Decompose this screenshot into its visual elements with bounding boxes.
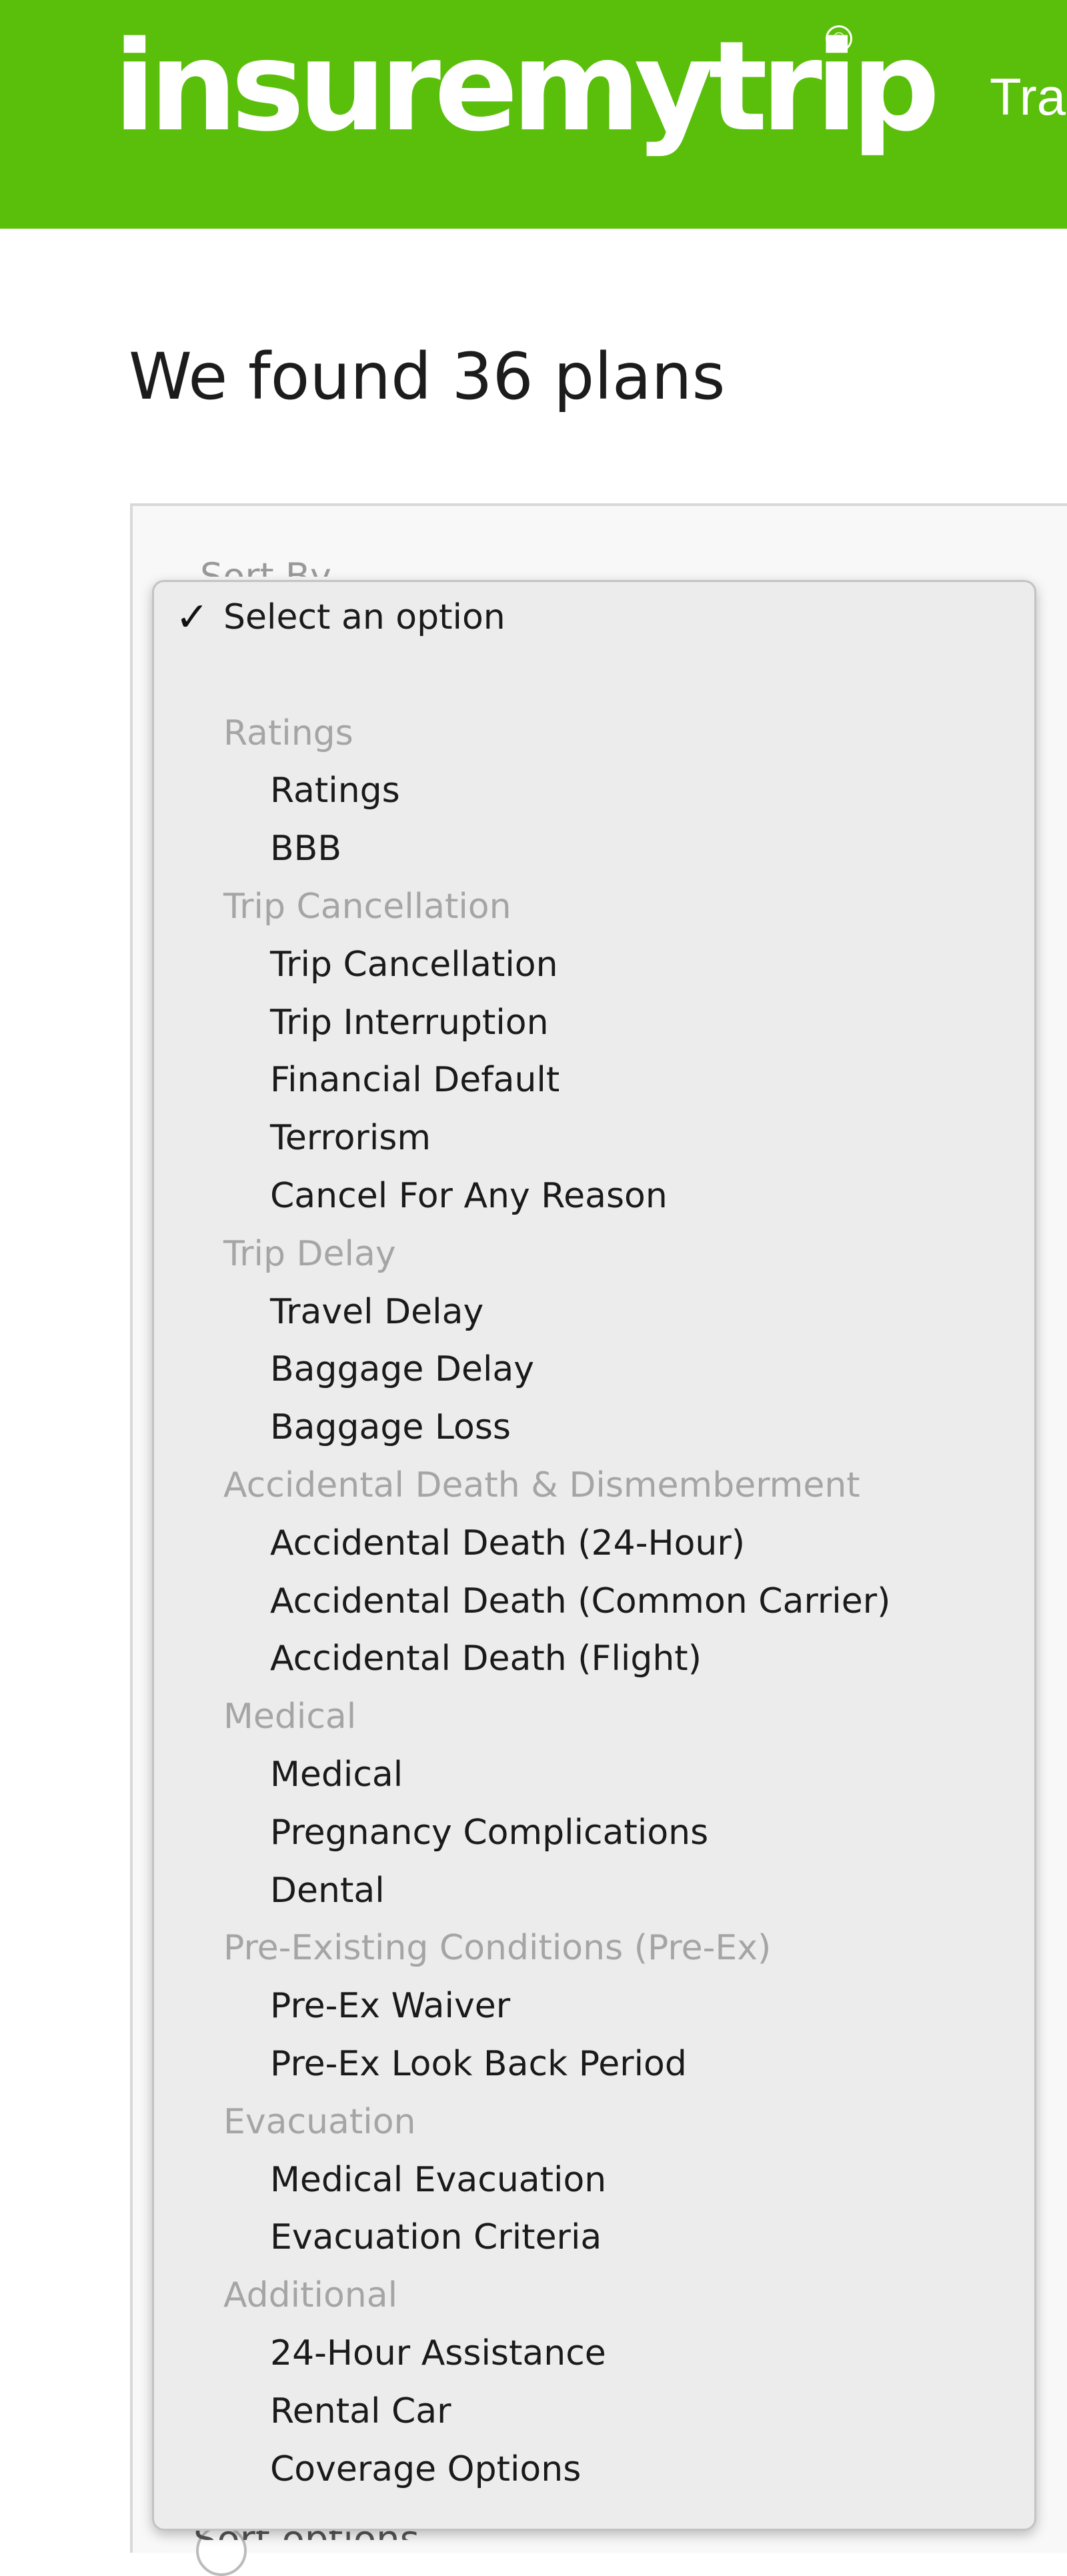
option-group-label: Ratings	[223, 713, 353, 753]
dropdown-option[interactable]: Rental Car	[270, 2383, 451, 2440]
dropdown-option[interactable]: Pregnancy Complications	[270, 1804, 708, 1861]
option-select-an-option[interactable]: Select an option	[223, 589, 505, 646]
dropdown-option[interactable]: Cancel For Any Reason	[270, 1167, 668, 1225]
option-group-label: Pre-Existing Conditions (Pre-Ex)	[223, 1928, 772, 1969]
dropdown-option[interactable]: 24-Hour Assistance	[270, 2325, 606, 2382]
option-group-label: Additional	[223, 2275, 398, 2316]
checkmark-icon: ✓	[175, 594, 209, 641]
dropdown-option[interactable]: Baggage Delay	[270, 1341, 534, 1398]
nav-item-travel-insurance[interactable]: Tra	[990, 63, 1066, 130]
dropdown-option[interactable]: Financial Default	[270, 1051, 560, 1109]
insuremytrip-logo[interactable]: insuremytrip	[113, 13, 940, 160]
dropdown-option[interactable]: Medical Evacuation	[270, 2151, 606, 2209]
option-group-label: Trip Delay	[223, 1233, 396, 1274]
dropdown-option[interactable]: BBB	[270, 820, 341, 877]
registered-mark: ®	[826, 25, 852, 52]
dropdown-option[interactable]: Coverage Options	[270, 2441, 581, 2498]
dropdown-option[interactable]: Ratings	[270, 762, 400, 819]
results-count-heading: We found 36 plans	[129, 339, 726, 414]
option-group-label: Accidental Death & Dismemberment	[223, 1465, 860, 1505]
option-group-label: Evacuation	[223, 2101, 416, 2142]
dropdown-option[interactable]: Accidental Death (Common Carrier)	[270, 1573, 890, 1630]
dropdown-option[interactable]: Medical	[270, 1746, 403, 1803]
dropdown-option[interactable]: Dental	[270, 1862, 385, 1919]
dropdown-option[interactable]: Pre-Ex Look Back Period	[270, 2035, 687, 2093]
dropdown-option[interactable]: Accidental Death (24-Hour)	[270, 1515, 745, 1572]
dropdown-option[interactable]: Baggage Loss	[270, 1399, 511, 1456]
site-header: insuremytrip ® Tra	[0, 0, 1067, 229]
option-group-label: Trip Cancellation	[223, 887, 511, 927]
dropdown-option[interactable]: Trip Interruption	[270, 994, 549, 1051]
dropdown-option[interactable]: Trip Cancellation	[270, 936, 558, 993]
dropdown-option[interactable]: Accidental Death (Flight)	[270, 1630, 702, 1687]
dropdown-option[interactable]: Pre-Ex Waiver	[270, 1977, 510, 2035]
sort-dropdown-menu[interactable]: ✓ Select an option Ratings Ratings BBB Trip C…	[152, 580, 1036, 2531]
dropdown-option[interactable]: Travel Delay	[270, 1283, 483, 1341]
dropdown-option[interactable]: Evacuation Criteria	[270, 2209, 602, 2266]
option-group-label: Medical	[223, 1697, 357, 1737]
sort-by-label: Sort By	[200, 557, 614, 577]
dropdown-option[interactable]: Terrorism	[270, 1109, 431, 1167]
